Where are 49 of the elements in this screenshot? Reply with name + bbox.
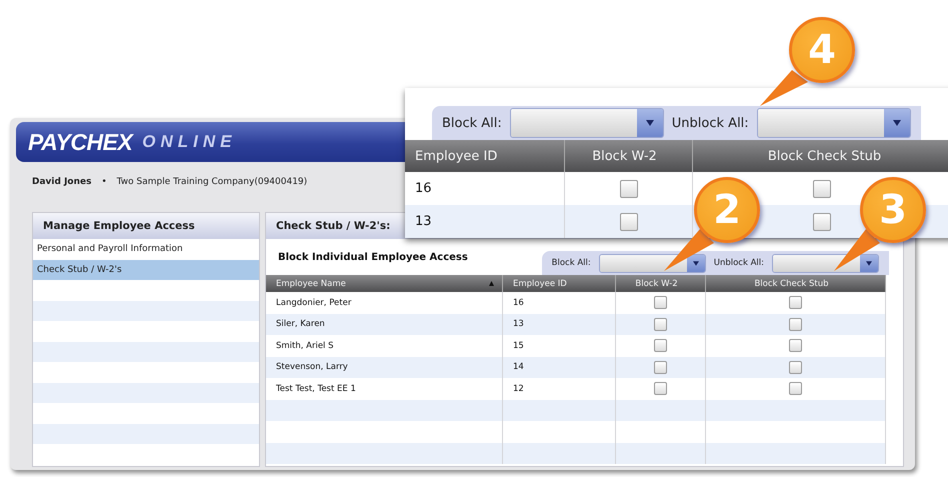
column-header[interactable]: Employee Name <box>266 275 503 292</box>
checkbox[interactable] <box>654 360 667 374</box>
dropdown[interactable] <box>772 254 879 272</box>
checkbox[interactable] <box>620 180 638 198</box>
checkbox[interactable] <box>620 212 638 230</box>
callout-badge: 4 <box>789 17 855 83</box>
checkbox[interactable] <box>789 360 802 374</box>
dropdown-arrow-icon <box>646 120 654 126</box>
sort-arrow-icon <box>489 281 494 286</box>
sidebar-item[interactable]: Check Stub / W-2's <box>33 260 259 280</box>
table-cell: 13 <box>405 205 565 238</box>
checkbox[interactable] <box>813 212 831 230</box>
checkbox[interactable] <box>654 382 667 396</box>
section-title: Block Individual Employee Access <box>278 252 468 262</box>
user-name: David Jones <box>32 177 92 188</box>
logo-subtext: ONLINE <box>142 132 237 152</box>
column-header[interactable]: Block Check Stub <box>706 275 886 292</box>
filter-label: Block All: <box>442 116 502 130</box>
dropdown-arrow-icon <box>892 120 901 126</box>
dropdown-arrow-icon <box>692 260 699 266</box>
column-header[interactable]: Block W-2 <box>565 140 693 172</box>
sidebar-title: Manage Employee Access <box>33 213 259 239</box>
separator: • <box>101 177 107 188</box>
column-header[interactable]: Employee ID <box>405 140 565 172</box>
checkbox[interactable] <box>789 296 802 310</box>
dropdown[interactable] <box>756 108 911 138</box>
checkbox[interactable] <box>789 318 802 331</box>
column-header[interactable]: Employee ID <box>503 275 616 292</box>
checkbox[interactable] <box>654 318 667 331</box>
dropdown[interactable] <box>510 108 664 138</box>
dropdown-arrow-icon <box>866 260 872 266</box>
filter-label: Unblock All: <box>672 116 749 130</box>
checkbox[interactable] <box>813 180 831 198</box>
table-cell: 14 <box>503 356 616 378</box>
checkbox[interactable] <box>654 296 667 310</box>
column-header[interactable]: Block W-2 <box>616 275 706 292</box>
table-cell: 16 <box>405 172 565 205</box>
filter-label: Block All: <box>552 258 591 268</box>
checkbox[interactable] <box>789 339 802 352</box>
table-cell: 13 <box>503 314 616 335</box>
table-cell: Stevenson, Larry <box>266 356 503 378</box>
checkbox[interactable] <box>789 382 802 396</box>
column-header[interactable]: Block Check Stub <box>693 140 948 172</box>
logo-text: PAYCHEX <box>28 128 132 156</box>
filter-label: Unblock All: <box>714 258 764 268</box>
table-cell: Siler, Karen <box>266 314 503 335</box>
dropdown[interactable] <box>598 254 706 272</box>
checkbox[interactable] <box>654 339 667 352</box>
company-name: Two Sample Training Company(09400419) <box>116 177 308 188</box>
